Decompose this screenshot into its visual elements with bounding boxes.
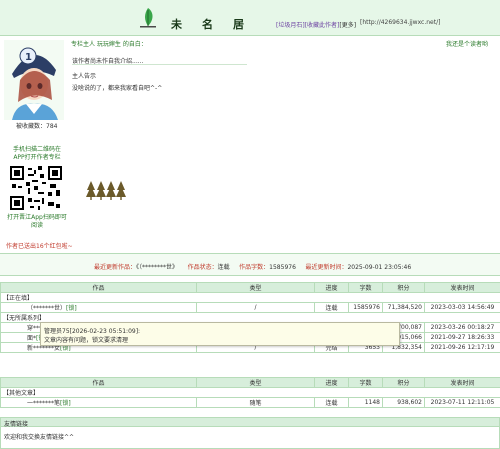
latest-update-line: 最近更新作品：《（********世》 作品状态：连载 作品字数：1585976… bbox=[94, 262, 411, 271]
work-words: 1585976 bbox=[348, 302, 383, 313]
status-label: 作品状态： bbox=[187, 264, 218, 271]
friend-links-text: 欢迎和我交换友情链接^^ bbox=[4, 434, 75, 441]
time-value: 2025-09-01 23:05:46 bbox=[347, 264, 412, 271]
friend-links-header bbox=[0, 417, 500, 427]
col-header-work: 作品 bbox=[0, 377, 197, 388]
site-name: 未名居 bbox=[171, 18, 264, 31]
other-works-table: 作品 类型 进度 字数 积分 发表时间 【其他文章】 一*******笔[锁] … bbox=[0, 377, 500, 408]
col-header-words: 字数 bbox=[348, 377, 383, 388]
col-header-progress: 进度 bbox=[314, 377, 349, 388]
col-header-score: 积分 bbox=[382, 377, 425, 388]
owner-notice-label: 主人告示 bbox=[72, 73, 97, 80]
leaf-logo-icon bbox=[140, 8, 156, 28]
work-type: / bbox=[196, 302, 315, 313]
tree-decoration-icon bbox=[86, 181, 126, 200]
work-score: 71,384,520 bbox=[382, 302, 425, 313]
work-words: 1148 bbox=[348, 397, 383, 408]
table-row: （*******世）[锁] / 连载 1585976 71,384,520 20… bbox=[0, 302, 500, 313]
col-header-type: 类型 bbox=[196, 377, 315, 388]
work-type: 随笔 bbox=[196, 397, 315, 408]
latest-work-link[interactable]: 《（********世》 bbox=[136, 264, 178, 271]
redbag-link[interactable]: 作者已送出16个红包啦~ bbox=[6, 241, 73, 250]
col-header-score: 积分 bbox=[382, 282, 425, 293]
table-header-row: 作品 类型 进度 字数 积分 发表时间 bbox=[0, 377, 500, 388]
section-series: 【无所属系列】 bbox=[0, 312, 500, 323]
status-value: 连载 bbox=[217, 264, 230, 271]
lock-tag: [锁] bbox=[66, 305, 77, 312]
admin-notice-title: 管理员75[2026-02-23 05:51:09]: bbox=[44, 328, 141, 335]
table-header-row: 作品 类型 进度 字数 积分 发表时间 bbox=[0, 282, 500, 293]
work-title-link[interactable]: 一*******笔 bbox=[27, 400, 60, 407]
qr-caption-top: 手机扫描二维码在APP打开作者专栏 bbox=[12, 146, 61, 161]
section-row: 【无所属系列】 bbox=[0, 312, 500, 323]
work-title-link[interactable]: （*******世） bbox=[27, 305, 66, 312]
lock-tag: [锁] bbox=[60, 400, 71, 407]
admin-notice-body: 文章内容有问题，锁文要求清理 bbox=[44, 337, 129, 344]
col-header-words: 字数 bbox=[348, 282, 383, 293]
collect-count: 被收藏数：784 bbox=[16, 123, 58, 130]
collect-author-link[interactable]: [收藏此作者] bbox=[305, 22, 340, 29]
words-value: 1585976 bbox=[269, 264, 296, 271]
reader-greeting: 我还是个读者哟 bbox=[446, 41, 489, 48]
friend-links-body bbox=[0, 427, 500, 449]
lock-tag: [锁] bbox=[60, 345, 71, 352]
avatar: 1 bbox=[4, 40, 64, 120]
col-header-date: 发表时间 bbox=[424, 282, 500, 293]
col-header-work: 作品 bbox=[0, 282, 197, 293]
work-date: 2021-09-26 12:17:19 bbox=[424, 342, 500, 353]
qr-code[interactable] bbox=[10, 166, 62, 210]
owner-notice-text: 没啥说的了，都来我家看自吧^-^ bbox=[72, 85, 163, 92]
section-row: 【正在填】 bbox=[0, 292, 500, 303]
qr-caption-bottom: 打开晋江App扫码即可阅读 bbox=[7, 214, 67, 229]
svg-text:1: 1 bbox=[25, 52, 32, 63]
col-header-type: 类型 bbox=[196, 282, 315, 293]
top-links: [垃圾月石][收藏此作者][更多] bbox=[276, 20, 356, 29]
words-label: 作品字数： bbox=[239, 264, 270, 271]
work-date: 2021-09-27 18:26:33 bbox=[424, 332, 500, 343]
col-header-date: 发表时间 bbox=[424, 377, 500, 388]
column-owner-label: 专栏主人 玩玩婶生 的自白： bbox=[71, 41, 147, 48]
section-ongoing: 【正在填】 bbox=[0, 292, 500, 303]
work-progress: 连载 bbox=[314, 397, 349, 408]
section-other: 【其他文章】 bbox=[0, 387, 500, 398]
work-date: 2023-03-26 00:18:27 bbox=[424, 322, 500, 333]
work-title-link[interactable]: 面* bbox=[27, 335, 36, 342]
trash-link[interactable]: [垃圾月石] bbox=[276, 22, 305, 29]
work-score: 938,602 bbox=[382, 397, 425, 408]
time-label: 最近更新时间： bbox=[305, 264, 348, 271]
author-url[interactable]: [http://4269634.jjwxc.net/] bbox=[360, 19, 454, 26]
work-date: 2023-07-11 12:11:05 bbox=[424, 397, 500, 408]
work-date: 2023-03-03 14:56:49 bbox=[424, 302, 500, 313]
work-progress: 连载 bbox=[314, 302, 349, 313]
col-header-progress: 进度 bbox=[314, 282, 349, 293]
section-row: 【其他文章】 bbox=[0, 387, 500, 398]
latest-label: 最近更新作品： bbox=[94, 264, 137, 271]
table-row: 一*******笔[锁] 随笔 连载 1148 938,602 2023-07-… bbox=[0, 397, 500, 408]
work-title-link[interactable]: 新*******女 bbox=[27, 345, 60, 352]
more-link[interactable]: [更多] bbox=[339, 22, 356, 29]
divider bbox=[72, 64, 247, 65]
